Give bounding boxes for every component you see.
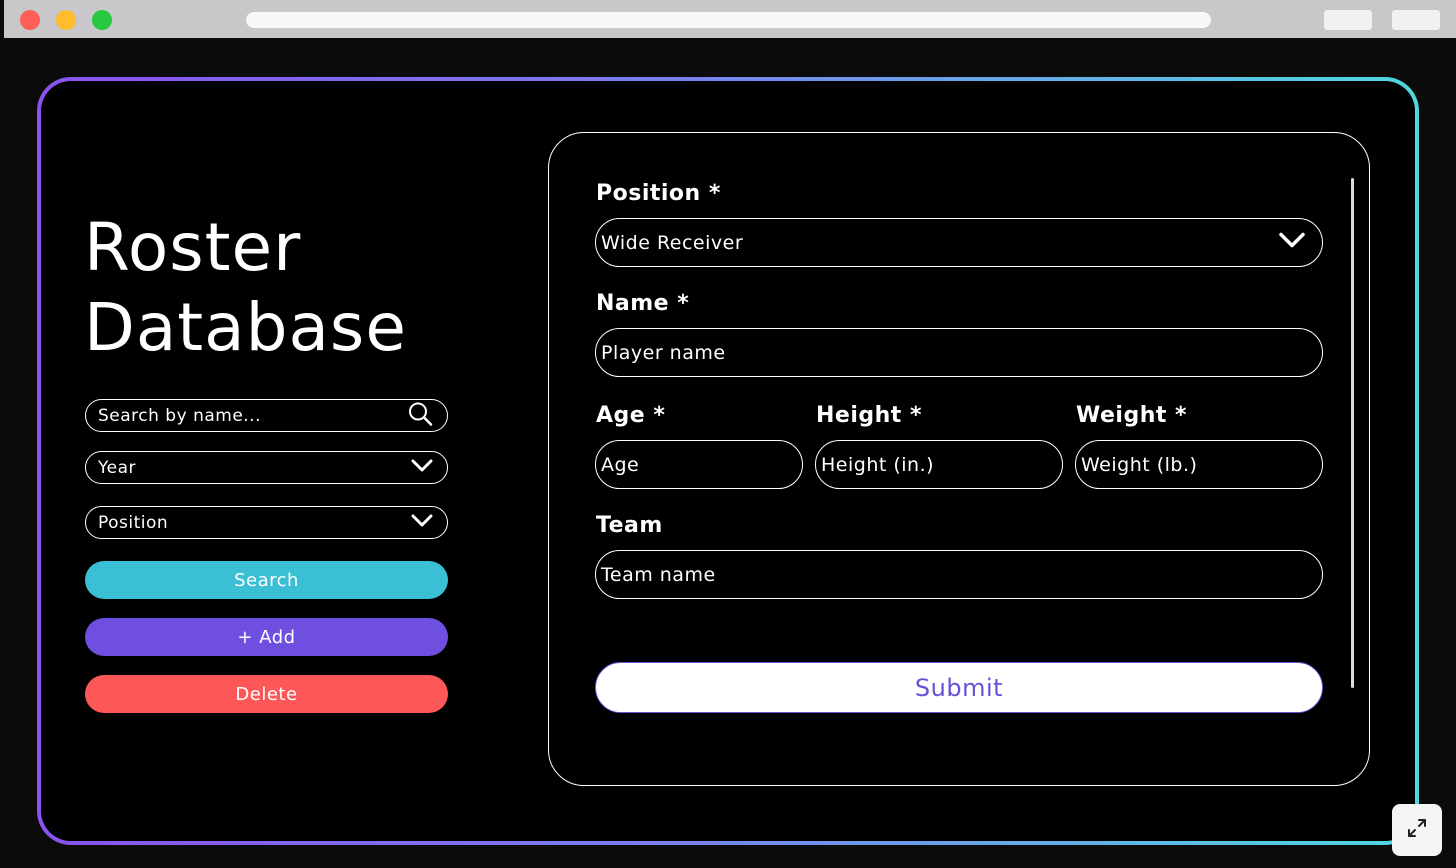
search-input-placeholder: Search by name... <box>98 405 261 426</box>
position-select-value: Wide Receiver <box>601 231 744 254</box>
expand-icon <box>1405 816 1429 844</box>
address-bar[interactable] <box>246 12 1211 28</box>
page-title-line-2: Database <box>84 289 407 366</box>
age-label: Age * <box>596 403 666 428</box>
page-title-line-1: Roster <box>84 209 302 286</box>
minimize-window-button[interactable] <box>56 10 76 30</box>
title-bar <box>4 0 1456 38</box>
submit-button[interactable]: Submit <box>595 662 1323 713</box>
page-title: Roster Database <box>84 208 407 368</box>
height-label: Height * <box>816 403 922 428</box>
form-scrollbar[interactable] <box>1351 178 1354 688</box>
age-field-placeholder: Age <box>601 453 640 476</box>
toolbar-button-1[interactable] <box>1324 10 1372 30</box>
age-field[interactable]: Age <box>595 440 803 489</box>
toolbar-button-2[interactable] <box>1392 10 1440 30</box>
delete-button[interactable]: Delete <box>85 675 448 713</box>
year-select[interactable]: Year <box>85 451 448 484</box>
height-field-placeholder: Height (in.) <box>821 453 935 476</box>
team-field[interactable]: Team name <box>595 550 1323 599</box>
height-field[interactable]: Height (in.) <box>815 440 1063 489</box>
position-filter-select[interactable]: Position <box>85 506 448 539</box>
weight-field-placeholder: Weight (lb.) <box>1081 453 1198 476</box>
expand-button[interactable] <box>1392 804 1442 856</box>
add-button[interactable]: + Add <box>85 618 448 656</box>
close-window-button[interactable] <box>20 10 40 30</box>
chevron-down-icon <box>1278 231 1306 254</box>
weight-field[interactable]: Weight (lb.) <box>1075 440 1323 489</box>
team-field-placeholder: Team name <box>601 563 716 586</box>
name-field-placeholder: Player name <box>601 341 726 364</box>
year-select-value: Year <box>98 457 136 478</box>
name-label: Name * <box>596 291 690 316</box>
maximize-window-button[interactable] <box>92 10 112 30</box>
position-label: Position * <box>596 181 721 206</box>
chevron-down-icon <box>411 458 433 478</box>
team-label: Team <box>596 513 663 538</box>
name-field[interactable]: Player name <box>595 328 1323 377</box>
weight-label: Weight * <box>1076 403 1188 428</box>
search-input[interactable]: Search by name... <box>85 399 448 432</box>
position-select[interactable]: Wide Receiver <box>595 218 1323 267</box>
search-button[interactable]: Search <box>85 561 448 599</box>
position-filter-value: Position <box>98 512 169 533</box>
search-icon[interactable] <box>407 400 433 431</box>
chevron-down-icon <box>411 513 433 533</box>
